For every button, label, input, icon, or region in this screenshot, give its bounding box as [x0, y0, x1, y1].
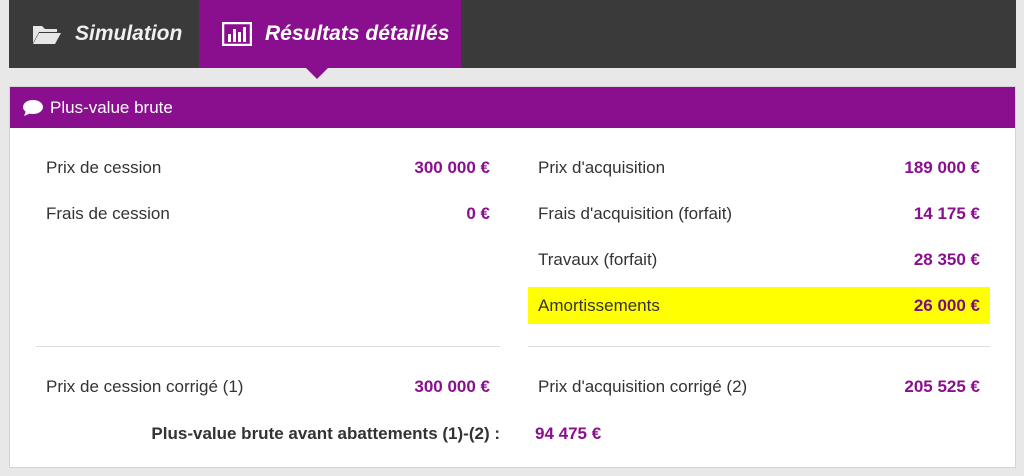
total-value: 94 475 €: [535, 424, 602, 443]
divider: [528, 346, 990, 347]
row-value: 205 525 €: [904, 377, 980, 396]
panel-title: Plus-value brute: [50, 97, 173, 117]
tab-simulation[interactable]: Simulation: [9, 0, 199, 68]
row-label: Prix de cession: [46, 158, 162, 177]
divider: [36, 346, 500, 347]
row-value: 26 000 €: [913, 295, 980, 315]
bar-chart-icon: [221, 21, 253, 47]
row-prix-cession-corrige: Prix de cession corrigé (1) 300 000 €: [36, 369, 500, 405]
row-frais-cession: Frais de cession 0 €: [36, 196, 500, 232]
tab-resultats-label: Résultats détaillés: [265, 22, 450, 45]
folder-open-icon: [31, 21, 63, 47]
row-label: Travaux (forfait): [538, 250, 658, 269]
plus-value-panel: Plus-value brute Prix de cession 300 000…: [9, 86, 1016, 468]
row-frais-acquisition: Frais d'acquisition (forfait) 14 175 €: [528, 196, 990, 232]
tab-simulation-label: Simulation: [75, 22, 183, 45]
comment-icon: [22, 99, 44, 117]
row-value: 14 175 €: [913, 204, 980, 223]
row-value: 0 €: [466, 204, 490, 223]
row-value: 28 350 €: [913, 250, 980, 269]
row-label: Frais d'acquisition (forfait): [538, 204, 733, 223]
row-label: Prix d'acquisition corrigé (2): [538, 377, 748, 396]
row-label: Prix de cession corrigé (1): [46, 377, 244, 396]
row-travaux: Travaux (forfait) 28 350 €: [528, 242, 990, 278]
row-value: 300 000 €: [414, 158, 490, 177]
panel-header: Plus-value brute: [10, 87, 1015, 128]
total-label: Plus-value brute avant abattements (1)-(…: [151, 424, 500, 443]
tab-bar: Simulation Résultats détaillés: [9, 0, 1016, 79]
row-label: Frais de cession: [46, 204, 170, 223]
row-value: 189 000 €: [904, 158, 980, 177]
row-prix-acquisition: Prix d'acquisition 189 000 €: [528, 150, 990, 186]
tab-resultats-detailles[interactable]: Résultats détaillés: [199, 0, 461, 79]
row-prix-acquisition-corrige: Prix d'acquisition corrigé (2) 205 525 €: [528, 369, 990, 405]
row-amortissements: Amortissements 26 000 €: [528, 287, 990, 324]
row-label: Amortissements: [538, 295, 660, 315]
row-prix-cession: Prix de cession 300 000 €: [36, 150, 500, 186]
row-value: 300 000 €: [414, 377, 490, 396]
row-label: Prix d'acquisition: [538, 158, 666, 177]
